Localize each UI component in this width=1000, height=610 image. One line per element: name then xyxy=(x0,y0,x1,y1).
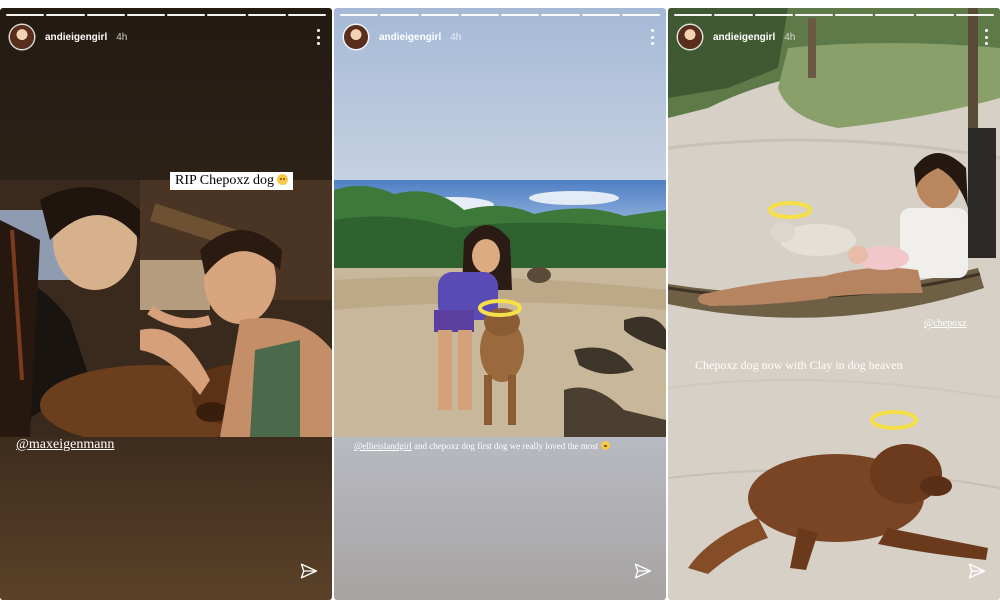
progress-segment xyxy=(207,14,246,16)
progress-segment xyxy=(794,14,833,16)
progress-segment xyxy=(340,14,379,16)
username[interactable]: andieigengirl xyxy=(713,32,775,43)
progress-segment xyxy=(754,14,793,16)
send-icon[interactable] xyxy=(300,562,318,580)
sad-face-emoji xyxy=(277,174,289,185)
timestamp: 4h xyxy=(116,31,128,43)
story-collage: andieigengirl 4h RIP Chepoxz dog @maxeig… xyxy=(0,0,1000,610)
progress-segment xyxy=(86,14,125,16)
send-paper-plane-icon xyxy=(300,563,318,579)
progress-segment xyxy=(380,14,419,16)
story-caption: @ellieislandgirl and chepoxz dog first d… xyxy=(354,440,654,452)
avatar[interactable] xyxy=(678,25,702,49)
progress-segment xyxy=(501,14,540,16)
sticker-text: RIP Chepoxz dog xyxy=(175,173,275,188)
story-photo xyxy=(334,180,666,437)
sad-face-emoji xyxy=(601,441,611,450)
progress-segment xyxy=(714,14,753,16)
progress-segment xyxy=(835,14,874,16)
mention-link[interactable]: @chepoxz xyxy=(924,318,967,329)
timestamp: 4h xyxy=(784,31,796,43)
photo-girl-with-dog-on-beach xyxy=(334,180,666,437)
progress-segment xyxy=(287,14,326,16)
progress-segment xyxy=(46,14,85,16)
progress-segment xyxy=(955,14,994,16)
progress-segment xyxy=(674,14,713,16)
progress-segment xyxy=(247,14,286,16)
username[interactable]: andieigengirl xyxy=(45,32,107,43)
send-paper-plane-icon xyxy=(634,563,652,579)
story-photo xyxy=(668,8,1000,600)
story-panel-2[interactable]: andieigengirl 4h @ellieislandgirl and ch… xyxy=(334,8,666,600)
mention-link[interactable]: @ellieislandgirl xyxy=(354,441,412,451)
progress-segment xyxy=(460,14,499,16)
progress-segment xyxy=(621,14,660,16)
story-panel-3[interactable]: andieigengirl 4h @chepoxz Chepoxz dog no… xyxy=(668,8,1000,600)
progress-segment xyxy=(6,14,45,16)
caption-text: Chepoxz dog now with Clay in dog heaven xyxy=(695,358,903,372)
progress-segment xyxy=(915,14,954,16)
send-paper-plane-icon xyxy=(968,563,986,579)
more-options-icon[interactable] xyxy=(982,29,990,45)
photo-hammock-and-dog-on-sand xyxy=(668,8,1000,600)
more-options-icon[interactable] xyxy=(648,29,656,45)
story-header: andieigengirl 4h xyxy=(344,24,656,50)
story-progress-bar xyxy=(6,14,326,16)
story-photo xyxy=(0,180,332,437)
progress-segment xyxy=(126,14,165,16)
story-progress-bar xyxy=(340,14,660,16)
story-progress-bar xyxy=(674,14,994,16)
avatar[interactable] xyxy=(344,25,368,49)
avatar[interactable] xyxy=(10,25,34,49)
progress-segment xyxy=(541,14,580,16)
mention-link[interactable]: @maxeigenmann xyxy=(16,437,114,453)
more-options-icon[interactable] xyxy=(314,29,322,45)
send-icon[interactable] xyxy=(968,562,986,580)
story-panel-1[interactable]: andieigengirl 4h RIP Chepoxz dog @maxeig… xyxy=(0,8,332,600)
story-header: andieigengirl 4h xyxy=(10,24,322,50)
progress-segment xyxy=(420,14,459,16)
photo-selfie-with-dog xyxy=(0,180,332,437)
story-header: andieigengirl 4h xyxy=(678,24,990,50)
send-icon[interactable] xyxy=(634,562,652,580)
caption-text: and chepoxz dog first dog we really love… xyxy=(414,441,599,451)
progress-segment xyxy=(581,14,620,16)
progress-segment xyxy=(167,14,206,16)
username[interactable]: andieigengirl xyxy=(379,32,441,43)
timestamp: 4h xyxy=(450,31,462,43)
progress-segment xyxy=(875,14,914,16)
rip-sticker: RIP Chepoxz dog xyxy=(170,172,294,190)
